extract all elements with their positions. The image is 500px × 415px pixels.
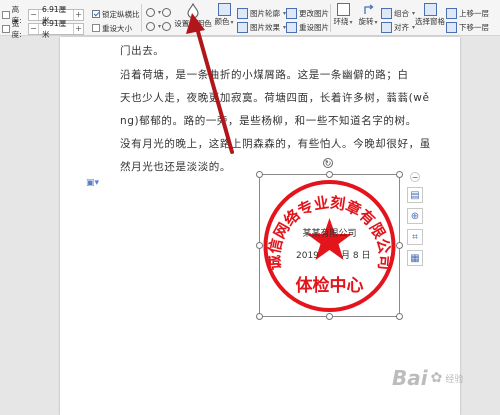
resize-handle-top[interactable] (326, 171, 333, 178)
reset-size-label: 重设大小 (102, 23, 132, 33)
align-label: 对齐 (394, 23, 409, 32)
color-button[interactable]: 颜色▾ (213, 3, 235, 27)
stamp-bottom-text: 体检中心 (296, 275, 364, 296)
contrast-up-icon (162, 8, 171, 17)
collapse-icon[interactable]: − (410, 172, 420, 182)
stamp-company-text: 某某有限公司 (302, 227, 356, 239)
set-transparent-color-label: 设置透明色 (174, 19, 212, 28)
reset-size-icon (92, 24, 100, 32)
combine-icon (381, 8, 392, 19)
align-icon (381, 22, 392, 33)
send-backward-icon (446, 22, 457, 33)
picture-outline-button[interactable]: 图片轮廓 ▾ (237, 8, 286, 19)
wrap-label: 环绕 (333, 17, 349, 26)
width-increase-button[interactable]: + (73, 23, 83, 34)
set-transparent-color-button[interactable]: 设置透明色 (174, 3, 212, 29)
paragraph-line-2[interactable]: 沿着荷塘，是一条曲折的小煤屑路。这是一条幽僻的路；白 (120, 64, 454, 87)
watermark-suffix: 经验 (445, 374, 464, 385)
width-icon (2, 24, 10, 33)
paragraph-line-5[interactable]: 没有月光的晚上，这路上阴森森的，有些怕人。今晚却很好，虽 (120, 133, 454, 156)
resize-handle-bottom-right[interactable] (396, 313, 403, 320)
align-button[interactable]: 对齐 ▾ (381, 22, 415, 33)
rotate-button[interactable]: 旋转▾ (356, 3, 380, 27)
paragraph-line-1[interactable]: 门出去。 (120, 40, 454, 63)
picture-effect-icon (237, 22, 248, 33)
height-increase-button[interactable]: + (73, 9, 83, 20)
picture-quick-tools: − ▤ ⊕ ⌗ ▦ (406, 172, 424, 266)
brightness-decrease-button[interactable]: ▾ (146, 22, 161, 31)
width-label: 宽度: (11, 18, 22, 39)
baidu-watermark-logo: Bai ✿ 经验 (392, 366, 463, 390)
wrap-text-icon (336, 3, 350, 16)
send-backward-label: 下移一层 (459, 23, 489, 32)
width-row: 宽度: − 6.91厘米 + (2, 19, 84, 39)
selection-pane-button[interactable]: 选择窗格 (415, 3, 445, 27)
rotate-label: 旋转 (358, 17, 374, 26)
paragraph-line-4[interactable]: ng)郁郁的。路的一旁，是些杨柳，和一些不知道名字的树。 (120, 110, 454, 133)
stamp-image[interactable]: 诚信网络专业刻章有限公司 某某有限公司 2019 月 8 日 体检中心 (259, 174, 400, 317)
bring-forward-button[interactable]: 上移一层 (446, 8, 489, 19)
width-stepper[interactable]: − 6.91厘米 + (28, 19, 84, 39)
picture-tools-ribbon: 高度: − 6.91厘米 + 宽度: − 6.91厘米 + 锁定纵横比 重设大小… (0, 0, 500, 39)
rotate-icon (363, 4, 374, 14)
selection-pane-label: 选择窗格 (415, 17, 445, 26)
combine-button[interactable]: 组合 ▾ (381, 8, 415, 19)
bring-forward-label: 上移一层 (459, 9, 489, 18)
resize-handle-top-right[interactable] (396, 171, 403, 178)
brightness-increase-button[interactable]: ▾ (146, 8, 161, 17)
checkbox-checked-icon (92, 10, 100, 18)
resize-handle-left[interactable] (256, 242, 263, 249)
change-picture-icon (286, 8, 297, 19)
wrap-button[interactable]: 环绕▾ (331, 3, 355, 27)
rotate-handle[interactable]: ↻ (323, 158, 333, 168)
reset-picture-icon (286, 22, 297, 33)
picture-effect-label: 图片效果 (250, 23, 280, 32)
stamp-date-year: 2019 (296, 251, 319, 261)
combine-label: 组合 (394, 9, 409, 18)
watermark-text: Bai (392, 366, 428, 390)
contrast-increase-button[interactable] (162, 8, 171, 17)
crop-icon[interactable]: ⌗ (407, 229, 423, 245)
lock-ratio-label: 锁定纵横比 (102, 9, 140, 19)
reset-picture-label: 重设图片 (299, 23, 329, 32)
color-label: 颜色 (214, 17, 230, 26)
paragraph-line-3[interactable]: 天也少人走，夜晚更加寂寞。荷塘四面，长着许多树，蓊蓊(wě (120, 87, 454, 110)
color-icon (217, 3, 231, 16)
picture-outline-icon (237, 8, 248, 19)
transparent-color-icon (187, 3, 199, 18)
picture-outline-label: 图片轮廓 (250, 9, 280, 18)
zoom-icon[interactable]: ⊕ (407, 208, 423, 224)
resize-handle-bottom[interactable] (326, 313, 333, 320)
resize-handle-bottom-left[interactable] (256, 313, 263, 320)
contrast-decrease-button[interactable] (162, 22, 171, 31)
brightness-up-icon (146, 8, 155, 17)
contrast-down-icon (162, 22, 171, 31)
change-picture-button[interactable]: 更改图片 (286, 8, 329, 19)
bring-forward-icon (446, 8, 457, 19)
width-decrease-button[interactable]: − (29, 23, 39, 34)
paragraph-marker-icon[interactable]: ▣▾ (86, 178, 99, 188)
divider (141, 4, 142, 32)
brightness-down-icon (146, 22, 155, 31)
change-picture-label: 更改图片 (299, 9, 329, 18)
lock-ratio-checkbox[interactable]: 锁定纵横比 (92, 8, 140, 20)
height-decrease-button[interactable]: − (29, 9, 39, 20)
resize-handle-right[interactable] (396, 242, 403, 249)
send-backward-button[interactable]: 下移一层 (446, 22, 489, 33)
layout-options-icon[interactable]: ▤ (407, 187, 423, 203)
picture-effect-button[interactable]: 图片效果 ▾ (237, 22, 286, 33)
resize-handle-top-left[interactable] (256, 171, 263, 178)
reset-picture-button[interactable]: 重设图片 (286, 22, 329, 33)
stamp-date-rest: 月 8 日 (341, 250, 370, 261)
reset-size-button[interactable]: 重设大小 (92, 22, 132, 34)
picture-settings-icon[interactable]: ▦ (407, 250, 423, 266)
selection-pane-icon (423, 3, 437, 16)
paw-icon: ✿ (430, 370, 443, 386)
